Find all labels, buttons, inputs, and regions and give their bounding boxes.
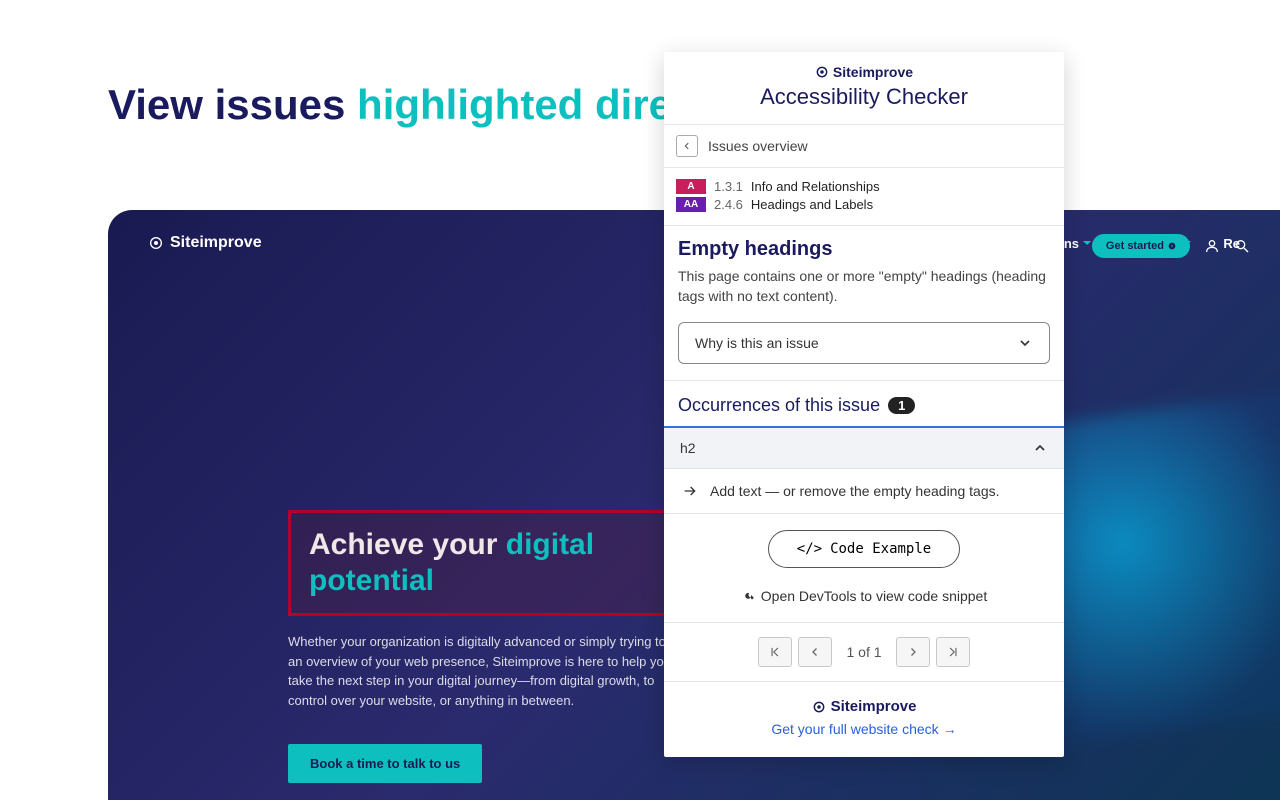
pager-next-button[interactable] <box>896 637 930 667</box>
guideline-ref: 1.3.1 <box>714 179 743 194</box>
devtools-hint[interactable]: Open DevTools to view code snippet <box>664 578 1064 623</box>
guideline-row[interactable]: AA 2.4.6 Headings and Labels <box>676 197 1052 212</box>
wcag-level-badge: A <box>676 179 706 194</box>
brand-logo-icon <box>148 235 164 251</box>
get-started-button[interactable]: Get started <box>1092 234 1190 258</box>
brand-logo-icon <box>815 65 829 79</box>
why-is-this-an-issue-toggle[interactable]: Why is this an issue <box>678 322 1050 364</box>
promo-heading-prefix: View issues <box>108 81 357 128</box>
accessibility-checker-panel: Siteimprove Accessibility Checker Issues… <box>664 52 1064 757</box>
panel-title: Accessibility Checker <box>664 84 1064 110</box>
page-brand[interactable]: Siteimprove <box>148 234 262 252</box>
back-row[interactable]: Issues overview <box>664 125 1064 168</box>
occurrence-count: 1 <box>888 397 915 414</box>
code-example-button[interactable]: </> Code Example <box>768 530 960 568</box>
chevron-left-icon <box>682 141 692 151</box>
pager: 1 of 1 <box>664 623 1064 682</box>
code-icon: </> <box>797 541 822 557</box>
back-button[interactable] <box>676 135 698 157</box>
code-example-wrap: </> Code Example <box>664 514 1064 578</box>
occurrence-row[interactable]: h2 <box>664 426 1064 469</box>
issue-title: Empty headings <box>678 238 1050 261</box>
arrow-right-icon <box>1168 242 1176 250</box>
chevron-up-icon <box>1032 440 1048 456</box>
page-hero: Achieve your digital potential Whether y… <box>288 510 708 783</box>
suggestion-text: Add text — or remove the empty heading t… <box>710 483 1000 499</box>
arrow-right-icon: → <box>943 721 957 737</box>
chevron-down-icon <box>1083 241 1091 245</box>
pager-text: 1 of 1 <box>846 644 881 660</box>
first-page-icon <box>768 645 782 659</box>
panel-brand: Siteimprove <box>815 64 913 80</box>
wcag-level-badge: AA <box>676 197 706 212</box>
pager-last-button[interactable] <box>936 637 970 667</box>
guideline-ref: 2.4.6 <box>714 197 743 212</box>
guidelines-list: A 1.3.1 Info and Relationships AA 2.4.6 … <box>664 168 1064 226</box>
guideline-name: Headings and Labels <box>751 197 873 212</box>
back-label: Issues overview <box>708 138 808 154</box>
pager-prev-button[interactable] <box>798 637 832 667</box>
chevron-down-icon <box>1017 335 1033 351</box>
brand-logo-icon <box>812 700 826 714</box>
chevron-left-icon <box>809 646 821 658</box>
guideline-name: Info and Relationships <box>751 179 880 194</box>
book-time-button[interactable]: Book a time to talk to us <box>288 744 482 783</box>
panel-header: Siteimprove Accessibility Checker <box>664 52 1064 125</box>
last-page-icon <box>946 645 960 659</box>
guideline-row[interactable]: A 1.3.1 Info and Relationships <box>676 179 1052 194</box>
user-icon[interactable] <box>1204 238 1220 254</box>
chevron-right-icon <box>907 646 919 658</box>
issue-section: Empty headings This page contains one or… <box>664 226 1064 381</box>
highlighted-issue-element[interactable]: Achieve your digital potential <box>288 510 708 616</box>
arrow-right-icon <box>682 483 698 499</box>
suggestion-row: Add text — or remove the empty heading t… <box>664 469 1064 514</box>
issue-description: This page contains one or more "empty" h… <box>678 267 1050 306</box>
occurrences-header: Occurrences of this issue 1 <box>664 381 1064 426</box>
occurrence-tag: h2 <box>680 440 696 456</box>
search-icon[interactable] <box>1234 238 1250 254</box>
page-nav-right: Get started <box>1092 234 1250 258</box>
full-website-check-link[interactable]: Get your full website check → <box>771 721 956 737</box>
pager-first-button[interactable] <box>758 637 792 667</box>
hero-description: Whether your organization is digitally a… <box>288 632 688 710</box>
panel-footer: Siteimprove Get your full website check … <box>664 682 1064 757</box>
wrench-icon <box>741 589 755 603</box>
footer-brand: Siteimprove <box>812 698 917 715</box>
